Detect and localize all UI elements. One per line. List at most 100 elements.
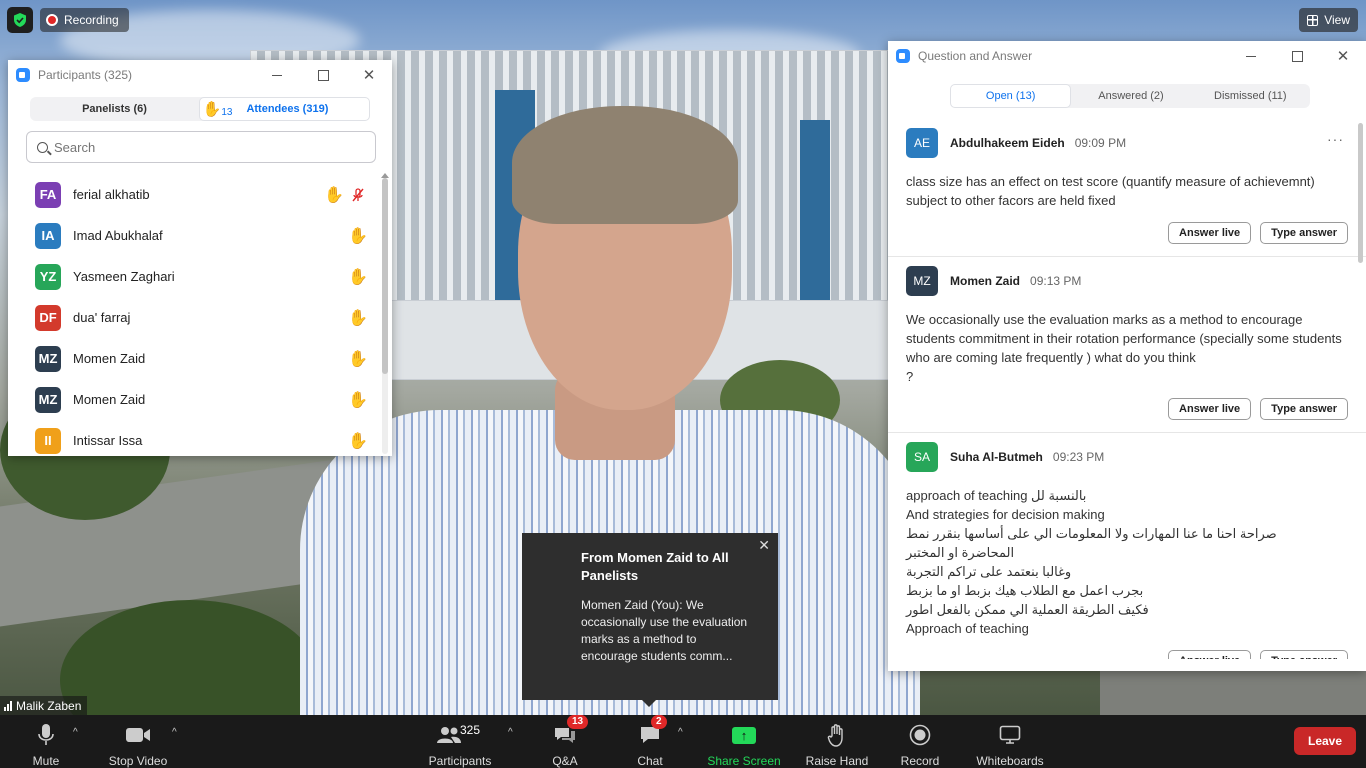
participant-row[interactable]: II Intissar Issa ✋ — [8, 420, 392, 456]
tab-panelists[interactable]: Panelists (6) — [30, 97, 199, 121]
mic-muted-icon[interactable] — [350, 187, 366, 203]
type-answer-button[interactable]: Type answer — [1260, 398, 1348, 420]
participant-name: dua' farraj — [73, 310, 131, 325]
participants-count: 325 — [460, 723, 481, 737]
stop-video-button[interactable]: Stop Video — [106, 715, 170, 768]
qa-window: Question and Answer ✕ Open (13) Answered… — [888, 41, 1366, 671]
type-answer-button[interactable]: Type answer — [1260, 222, 1348, 244]
more-options-icon[interactable]: ··· — [1327, 131, 1344, 147]
avatar: MZ — [35, 345, 61, 372]
raised-hand-icon: ✋ — [348, 227, 368, 245]
raised-hand-icon: ✋ — [348, 350, 368, 368]
qa-title: Question and Answer — [918, 49, 1033, 63]
question-time: 09:13 PM — [1030, 274, 1082, 288]
leave-button[interactable]: Leave — [1294, 727, 1356, 755]
participant-list-scrollbar[interactable] — [382, 178, 388, 454]
question-item: MZ Momen Zaid 09:13 PM We occasionally u… — [888, 257, 1366, 433]
participants-label: Participants — [428, 754, 492, 768]
record-button[interactable]: Record — [900, 715, 940, 768]
raised-hands-indicator: ✋ 13 — [203, 100, 233, 118]
participant-row[interactable]: IA Imad Abukhalaf ✋ — [8, 215, 392, 256]
close-icon[interactable]: ✕ — [758, 537, 770, 554]
avatar: II — [35, 427, 61, 454]
whiteboards-button[interactable]: Whiteboards — [975, 715, 1045, 768]
raised-hands-count: 13 — [221, 107, 233, 118]
chat-notification-message: Momen Zaid (You): We occasionally use th… — [581, 598, 748, 663]
avatar: SA — [906, 442, 938, 472]
chat-button[interactable]: 2 Chat — [630, 715, 670, 768]
chat-notification[interactable]: ✕ From Momen Zaid to All Panelists Momen… — [522, 533, 778, 707]
raise-hand-button[interactable]: Raise Hand — [806, 715, 868, 768]
question-text: approach of teaching بالنسبة لل And stra… — [906, 488, 1277, 636]
share-screen-button[interactable]: ↑ Share Screen — [707, 715, 781, 768]
type-answer-button[interactable]: Type answer — [1260, 650, 1348, 659]
maximize-button[interactable] — [1274, 41, 1320, 71]
participant-name: Momen Zaid — [73, 392, 146, 407]
raise-hand-label: Raise Hand — [805, 754, 869, 768]
raise-hand-icon — [827, 721, 847, 749]
minimize-button[interactable] — [254, 60, 300, 90]
qa-icon: 13 — [553, 715, 589, 749]
avatar: MZ — [35, 386, 61, 413]
raised-hand-icon: ✋ — [348, 432, 368, 450]
participant-name: Yasmeen Zaghari — [73, 269, 175, 284]
avatar: IA — [35, 222, 61, 249]
participant-row[interactable]: DF dua' farraj ✋ — [8, 297, 392, 338]
raised-hand-icon: ✋ — [324, 186, 344, 204]
encryption-shield-icon[interactable] — [7, 7, 33, 33]
question-list: AE Abdulhakeem Eideh 09:09 PM ··· class … — [888, 119, 1366, 659]
participants-options-chevron-icon[interactable]: ^ — [508, 727, 513, 738]
tab-answered[interactable]: Answered (2) — [1071, 84, 1190, 108]
view-label: View — [1324, 13, 1350, 27]
avatar: FA — [35, 181, 61, 208]
video-options-chevron-icon[interactable]: ^ — [172, 727, 177, 738]
question-author: Abdulhakeem Eideh — [950, 136, 1065, 150]
participants-title: Participants (325) — [38, 68, 133, 82]
answer-live-button[interactable]: Answer live — [1168, 222, 1252, 244]
maximize-button[interactable] — [300, 60, 346, 90]
question-time: 09:23 PM — [1052, 450, 1105, 464]
answer-live-button[interactable]: Answer live — [1168, 398, 1252, 420]
participants-button[interactable]: 325 Participants — [428, 715, 492, 768]
question-item: SA Suha Al-Butmeh 09:23 PM approach of t… — [888, 433, 1366, 659]
participant-name: Intissar Issa — [73, 433, 143, 448]
raised-hand-icon: ✋ — [348, 309, 368, 327]
share-screen-label: Share Screen — [707, 754, 781, 768]
qa-button[interactable]: 13 Q&A — [545, 715, 589, 768]
tab-dismissed[interactable]: Dismissed (11) — [1191, 84, 1310, 108]
question-item: AE Abdulhakeem Eideh 09:09 PM ··· class … — [888, 119, 1366, 257]
tab-open[interactable]: Open (13) — [950, 84, 1072, 108]
speaker-name-tag: Malik Zaben — [0, 696, 88, 715]
video-camera-icon — [125, 721, 151, 749]
participants-tabs: Panelists (6) ✋ 13 Attendees (319) — [30, 97, 370, 121]
whiteboard-icon — [999, 721, 1021, 749]
mute-button[interactable]: Mute — [26, 715, 66, 768]
chat-notification-sender: From Momen Zaid to All Panelists — [581, 550, 729, 583]
tab-attendees[interactable]: ✋ 13 Attendees (319) — [199, 97, 370, 121]
tab-attendees-label: Attendees (319) — [246, 103, 329, 115]
question-text: We occasionally use the evaluation marks… — [906, 312, 1342, 384]
zoom-logo-icon — [16, 68, 30, 82]
participant-row[interactable]: MZ Momen Zaid ✋ — [8, 338, 392, 379]
participant-search-box[interactable] — [26, 131, 376, 163]
qa-title-bar[interactable]: Question and Answer ✕ — [888, 41, 1366, 71]
participant-row[interactable]: MZ Momen Zaid ✋ — [8, 379, 392, 420]
avatar: YZ — [35, 263, 61, 290]
participant-row[interactable]: FA ferial alkhatib ✋ — [8, 174, 392, 215]
chat-options-chevron-icon[interactable]: ^ — [678, 727, 683, 738]
audio-options-chevron-icon[interactable]: ^ — [73, 727, 78, 738]
participants-title-bar[interactable]: Participants (325) ✕ — [8, 60, 392, 90]
participant-name: Momen Zaid — [73, 351, 146, 366]
participant-row[interactable]: YZ Yasmeen Zaghari ✋ — [8, 256, 392, 297]
minimize-button[interactable] — [1228, 41, 1274, 71]
answer-live-button[interactable]: Answer live — [1168, 650, 1252, 659]
view-button[interactable]: View — [1299, 8, 1358, 32]
close-button[interactable]: ✕ — [1320, 41, 1366, 71]
qa-tabs: Open (13) Answered (2) Dismissed (11) — [950, 84, 1310, 108]
question-list-scrollbar[interactable] — [1358, 123, 1363, 263]
participants-icon: 325 — [428, 721, 492, 749]
recording-indicator[interactable]: Recording — [40, 8, 129, 32]
close-button[interactable]: ✕ — [346, 60, 392, 90]
search-input[interactable] — [54, 139, 354, 155]
share-screen-icon: ↑ — [732, 721, 756, 749]
